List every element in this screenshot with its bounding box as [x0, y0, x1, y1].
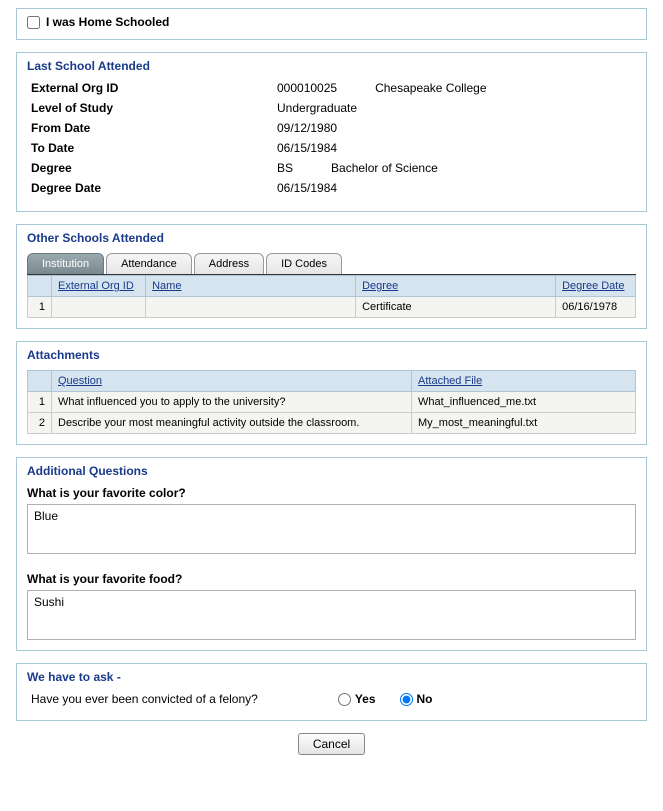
- felony-title: We have to ask -: [27, 670, 636, 684]
- cell-external-org-id: [52, 297, 146, 318]
- cell-rownum: 2: [28, 413, 52, 434]
- other-schools-panel: Other Schools Attended Institution Atten…: [16, 224, 647, 329]
- tab-address[interactable]: Address: [194, 253, 264, 274]
- level-of-study-value: Undergraduate: [277, 101, 357, 115]
- felony-no-radio[interactable]: [400, 693, 413, 706]
- tab-attendance[interactable]: Attendance: [106, 253, 192, 274]
- col-degree[interactable]: Degree: [356, 276, 556, 297]
- felony-no-option[interactable]: No: [400, 692, 433, 706]
- felony-no-label: No: [417, 692, 433, 706]
- to-date-value: 06/15/1984: [277, 141, 337, 155]
- cell-question: What influenced you to apply to the univ…: [52, 392, 412, 413]
- table-row: 1 Certificate 06/16/1978: [28, 297, 636, 318]
- additional-questions-title: Additional Questions: [27, 464, 636, 478]
- col-rownum: [28, 276, 52, 297]
- q2-label: What is your favorite food?: [27, 572, 636, 586]
- col-name[interactable]: Name: [146, 276, 356, 297]
- felony-yes-label: Yes: [355, 692, 376, 706]
- felony-question: Have you ever been convicted of a felony…: [31, 692, 258, 706]
- cell-degree-date: 06/16/1978: [556, 297, 636, 318]
- degree-short: BS: [277, 161, 293, 175]
- cell-file: What_influenced_me.txt: [412, 392, 636, 413]
- col-question[interactable]: Question: [52, 371, 412, 392]
- col-attached-file[interactable]: Attached File: [412, 371, 636, 392]
- from-date-label: From Date: [27, 121, 277, 135]
- home-schooled-panel: I was Home Schooled: [16, 8, 647, 40]
- last-school-title: Last School Attended: [27, 59, 636, 73]
- other-schools-table: External Org ID Name Degree Degree Date …: [27, 275, 636, 318]
- external-org-name: Chesapeake College: [375, 81, 486, 95]
- home-schooled-label: I was Home Schooled: [46, 15, 169, 29]
- level-of-study-label: Level of Study: [27, 101, 277, 115]
- degree-date-value: 06/15/1984: [277, 181, 337, 195]
- attachments-panel: Attachments Question Attached File 1 Wha…: [16, 341, 647, 445]
- col-external-org-id[interactable]: External Org ID: [52, 276, 146, 297]
- external-org-id-label: External Org ID: [27, 81, 277, 95]
- attachments-title: Attachments: [27, 348, 636, 362]
- last-school-panel: Last School Attended External Org ID 000…: [16, 52, 647, 212]
- attachments-table: Question Attached File 1 What influenced…: [27, 370, 636, 434]
- col-rownum: [28, 371, 52, 392]
- q2-answer[interactable]: Sushi: [27, 590, 636, 640]
- cell-question: Describe your most meaningful activity o…: [52, 413, 412, 434]
- col-degree-date[interactable]: Degree Date: [556, 276, 636, 297]
- other-schools-tabs: Institution Attendance Address ID Codes: [27, 253, 636, 275]
- table-row: 1 What influenced you to apply to the un…: [28, 392, 636, 413]
- q1-label: What is your favorite color?: [27, 486, 636, 500]
- to-date-label: To Date: [27, 141, 277, 155]
- cell-rownum: 1: [28, 297, 52, 318]
- home-schooled-checkbox[interactable]: [27, 16, 40, 29]
- cancel-button[interactable]: Cancel: [298, 733, 365, 755]
- degree-date-label: Degree Date: [27, 181, 277, 195]
- additional-questions-panel: Additional Questions What is your favori…: [16, 457, 647, 651]
- other-schools-title: Other Schools Attended: [27, 231, 636, 245]
- cell-degree: Certificate: [356, 297, 556, 318]
- degree-long: Bachelor of Science: [331, 161, 438, 175]
- felony-yes-radio[interactable]: [338, 693, 351, 706]
- tab-id-codes[interactable]: ID Codes: [266, 253, 342, 274]
- tab-institution[interactable]: Institution: [27, 253, 104, 274]
- from-date-value: 09/12/1980: [277, 121, 337, 135]
- felony-yes-option[interactable]: Yes: [338, 692, 376, 706]
- cell-rownum: 1: [28, 392, 52, 413]
- cell-file: My_most_meaningful.txt: [412, 413, 636, 434]
- cell-name: [146, 297, 356, 318]
- q1-answer[interactable]: Blue: [27, 504, 636, 554]
- felony-panel: We have to ask - Have you ever been conv…: [16, 663, 647, 721]
- table-row: 2 Describe your most meaningful activity…: [28, 413, 636, 434]
- external-org-id-value: 000010025: [277, 81, 337, 95]
- degree-label: Degree: [27, 161, 277, 175]
